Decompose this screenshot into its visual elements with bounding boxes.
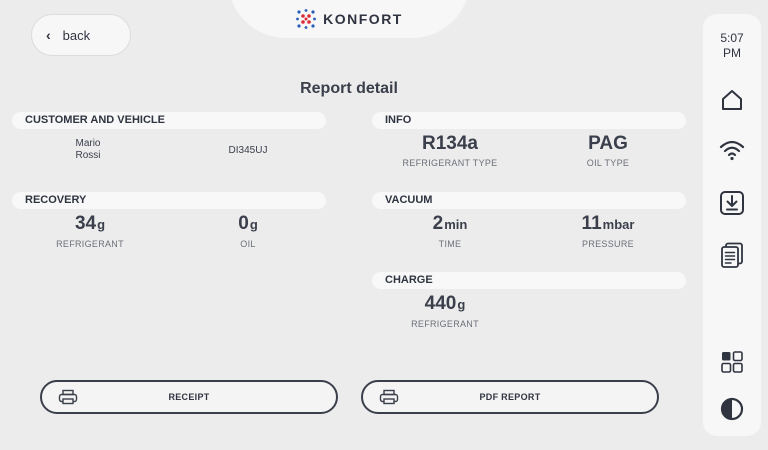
pdf-report-button[interactable]: PDF REPORT — [361, 380, 659, 414]
vacuum-pressure-value: 11 — [581, 213, 602, 234]
printer-icon — [58, 389, 78, 405]
vehicle-plate: DI345UJ — [208, 145, 288, 157]
charge-refrigerant-label: REFRIGERANT — [411, 319, 479, 329]
oil-type-value: PAG — [588, 133, 628, 154]
section-recovery: RECOVERY — [12, 192, 326, 209]
vacuum-time-label: TIME — [438, 239, 462, 249]
page-title: Report detail — [300, 80, 398, 97]
pdf-report-label: PDF REPORT — [479, 392, 541, 402]
vacuum-pressure-unit: mbar — [602, 217, 635, 232]
customer-name: Mario Rossi — [58, 138, 118, 162]
info-refrigerant-type: R134a REFRIGERANT TYPE — [390, 133, 510, 168]
clock-ampm: PM — [723, 46, 741, 60]
brand-name: KONFORT — [323, 11, 403, 27]
recovery-oil-unit: g — [249, 217, 258, 232]
section-vacuum: VACUUM — [372, 192, 686, 209]
recovery-oil-label: OIL — [240, 239, 256, 249]
vacuum-pressure-label: PRESSURE — [582, 239, 634, 249]
customer-first-name: Mario — [75, 138, 101, 149]
vacuum-time: 2min TIME — [400, 213, 500, 249]
brand-header: KONFORT — [228, 0, 470, 38]
printer-icon — [379, 389, 399, 405]
info-oil-type: PAG OIL TYPE — [558, 133, 658, 168]
receipt-label: RECEIPT — [168, 392, 210, 402]
documents-icon[interactable] — [719, 242, 745, 268]
recovery-refrigerant-label: REFRIGERANT — [56, 239, 124, 249]
oil-type-label: OIL TYPE — [586, 158, 630, 168]
vacuum-time-unit: min — [444, 217, 468, 232]
recovery-refrigerant-unit: g — [97, 217, 106, 232]
refrigerant-type-value: R134a — [422, 133, 478, 154]
chevron-left-icon: ‹ — [46, 27, 51, 43]
konfort-logo-icon — [296, 9, 317, 29]
recovery-oil: 0g OIL — [208, 213, 288, 249]
contrast-icon[interactable] — [719, 396, 745, 422]
section-charge: CHARGE — [372, 272, 686, 289]
clock: 5:07 PM — [703, 31, 761, 61]
customer-last-name: Rossi — [75, 150, 101, 161]
back-label: back — [62, 27, 91, 43]
section-customer-vehicle: CUSTOMER AND VEHICLE — [12, 112, 326, 129]
wifi-icon[interactable] — [719, 137, 745, 163]
recovery-refrigerant-value: 34 — [74, 213, 97, 234]
refrigerant-type-label: REFRIGERANT TYPE — [402, 158, 498, 168]
vacuum-pressure: 11mbar PRESSURE — [558, 213, 658, 249]
home-icon[interactable] — [719, 87, 745, 113]
vacuum-time-value: 2 — [432, 213, 444, 234]
recovery-refrigerant: 34g REFRIGERANT — [40, 213, 140, 249]
konfort-logo: KONFORT — [295, 8, 403, 30]
recovery-oil-value: 0 — [238, 213, 249, 234]
charge-refrigerant-unit: g — [457, 297, 466, 312]
section-info: INFO — [372, 112, 686, 129]
back-button[interactable]: ‹ back — [31, 14, 131, 56]
charge-refrigerant-value: 440 — [424, 293, 457, 314]
right-sidebar: 5:07 PM — [703, 14, 761, 436]
receipt-button[interactable]: RECEIPT — [40, 380, 338, 414]
vehicle-plate-value: DI345UJ — [228, 145, 268, 156]
download-icon[interactable] — [719, 190, 745, 216]
clock-time: 5:07 — [720, 31, 744, 45]
apps-grid-icon[interactable] — [719, 349, 745, 375]
charge-refrigerant: 440g REFRIGERANT — [395, 293, 495, 329]
